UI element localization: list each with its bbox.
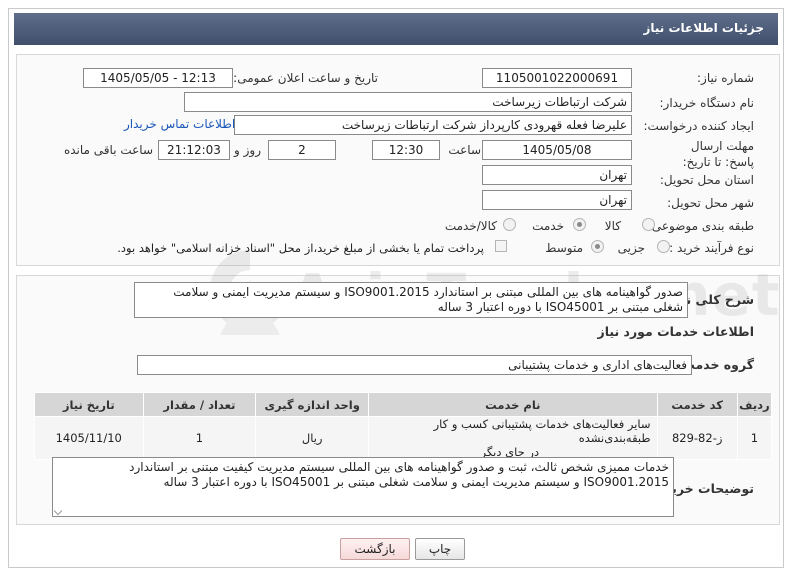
buyer-contact-link[interactable]: اطلاعات تماس خریدار — [124, 117, 235, 131]
service-group-field: فعالیت‌های اداری و خدمات پشتیبانی — [137, 355, 692, 375]
purchase-type-radio-minor[interactable] — [657, 240, 670, 253]
cell-qty: 1 — [142, 416, 257, 460]
services-section-title: اطلاعات خدمات مورد نیاز — [597, 324, 755, 339]
deadline-time-label: ساعت — [448, 143, 481, 157]
col-header-date: تاریخ نیاز — [34, 392, 144, 417]
buyer-notes-line-2: ISO9001.2015 و سیستم مدیریت ایمنی و سلام… — [163, 475, 669, 489]
cell-date: 1405/11/10 — [34, 416, 144, 460]
need-number-field: 1105001022000691 — [482, 68, 632, 88]
services-table: ردیف کد خدمت نام خدمت واحد اندازه گیری ت… — [34, 392, 773, 460]
table-row: 1 ز-82-829 سایر فعالیت‌های خدمات پشتیبان… — [34, 416, 773, 460]
purchase-type-option-medium: متوسط — [545, 241, 583, 255]
buyer-notes-textarea: خدمات ممیزی شخص ثالث، ثبت و صدور گواهینا… — [52, 457, 674, 517]
need-number-label: شماره نیاز: — [697, 71, 754, 85]
cell-unit: ریال — [255, 416, 370, 460]
cell-name-line-1: سایر فعالیت‌های خدمات پشتیبانی کسب و کار… — [433, 417, 651, 445]
purchase-type-radio-medium[interactable] — [591, 240, 604, 253]
category-radio-goods-service[interactable] — [503, 218, 516, 231]
col-header-name: نام خدمت — [368, 392, 658, 417]
treasury-payment-note: پرداخت تمام یا بخشی از مبلغ خرید،از محل … — [117, 241, 484, 255]
cell-name: سایر فعالیت‌های خدمات پشتیبانی کسب و کار… — [368, 416, 658, 460]
services-table-header-row: ردیف کد خدمت نام خدمت واحد اندازه گیری ت… — [34, 392, 773, 417]
summary-line-2: شغلی مبتنی بر ISO45001 با دوره اعتبار 3 … — [437, 300, 683, 314]
buyer-notes-line-1: خدمات ممیزی شخص ثالث، ثبت و صدور گواهینا… — [129, 460, 669, 474]
col-header-unit: واحد اندازه گیری — [255, 392, 370, 417]
resize-handle-icon[interactable] — [53, 506, 63, 516]
category-radio-service[interactable] — [573, 218, 586, 231]
buyer-org-label: نام دستگاه خریدار: — [659, 96, 755, 110]
delivery-province-field: تهران — [482, 165, 632, 185]
cell-row: 1 — [736, 416, 773, 460]
treasury-payment-checkbox[interactable] — [495, 240, 507, 252]
category-option-goods-service: کالا/خدمت — [444, 219, 497, 233]
page-header: جزئیات اطلاعات نیاز — [14, 13, 778, 45]
purchase-type-label: نوع فرآیند خرید : — [669, 241, 754, 255]
category-radio-goods[interactable] — [642, 218, 655, 231]
announce-datetime-label: تاریخ و ساعت اعلان عمومی: — [233, 71, 378, 85]
deadline-time-field: 12:30 — [372, 140, 440, 160]
page-title: جزئیات اطلاعات نیاز — [643, 21, 764, 35]
requester-field: علیرضا فعله قهرودی کارپرداز شرکت ارتباطا… — [234, 115, 632, 135]
back-button[interactable]: بازگشت — [340, 538, 410, 560]
deadline-date-field: 1405/05/08 — [482, 140, 632, 160]
delivery-city-field: تهران — [482, 190, 632, 210]
delivery-province-label: استان محل تحویل: — [659, 173, 754, 187]
category-option-goods: کالا — [604, 219, 621, 233]
remaining-time-label: ساعت باقی مانده — [63, 143, 153, 157]
buyer-org-field: شرکت ارتباطات زیرساخت — [184, 92, 632, 112]
col-header-code: کد خدمت — [656, 392, 738, 417]
purchase-type-option-minor: جزیی — [617, 241, 645, 255]
announce-datetime-field: 1405/05/05 - 12:13 — [83, 68, 233, 88]
remaining-time-field: 21:12:03 — [158, 140, 230, 160]
summary-line-1: صدور گواهینامه های بین المللی مبتنی بر ا… — [173, 285, 683, 299]
summary-textarea: صدور گواهینامه های بین المللی مبتنی بر ا… — [134, 282, 688, 318]
category-label: طبقه بندی موضوعی: — [647, 219, 754, 233]
deadline-label: مهلت ارسال پاسخ: تا تاریخ: — [682, 139, 754, 169]
col-header-row: ردیف — [736, 392, 773, 417]
col-header-qty: تعداد / مقدار — [142, 392, 257, 417]
cell-code: ز-82-829 — [656, 416, 738, 460]
deadline-days-field: 2 — [268, 140, 336, 160]
delivery-city-label: شهر محل تحویل: — [667, 196, 754, 210]
deadline-days-label: روز و — [234, 143, 261, 157]
print-button[interactable]: چاپ — [415, 538, 465, 560]
requester-label: ایجاد کننده درخواست: — [643, 119, 754, 133]
category-option-service: خدمت — [532, 219, 564, 233]
